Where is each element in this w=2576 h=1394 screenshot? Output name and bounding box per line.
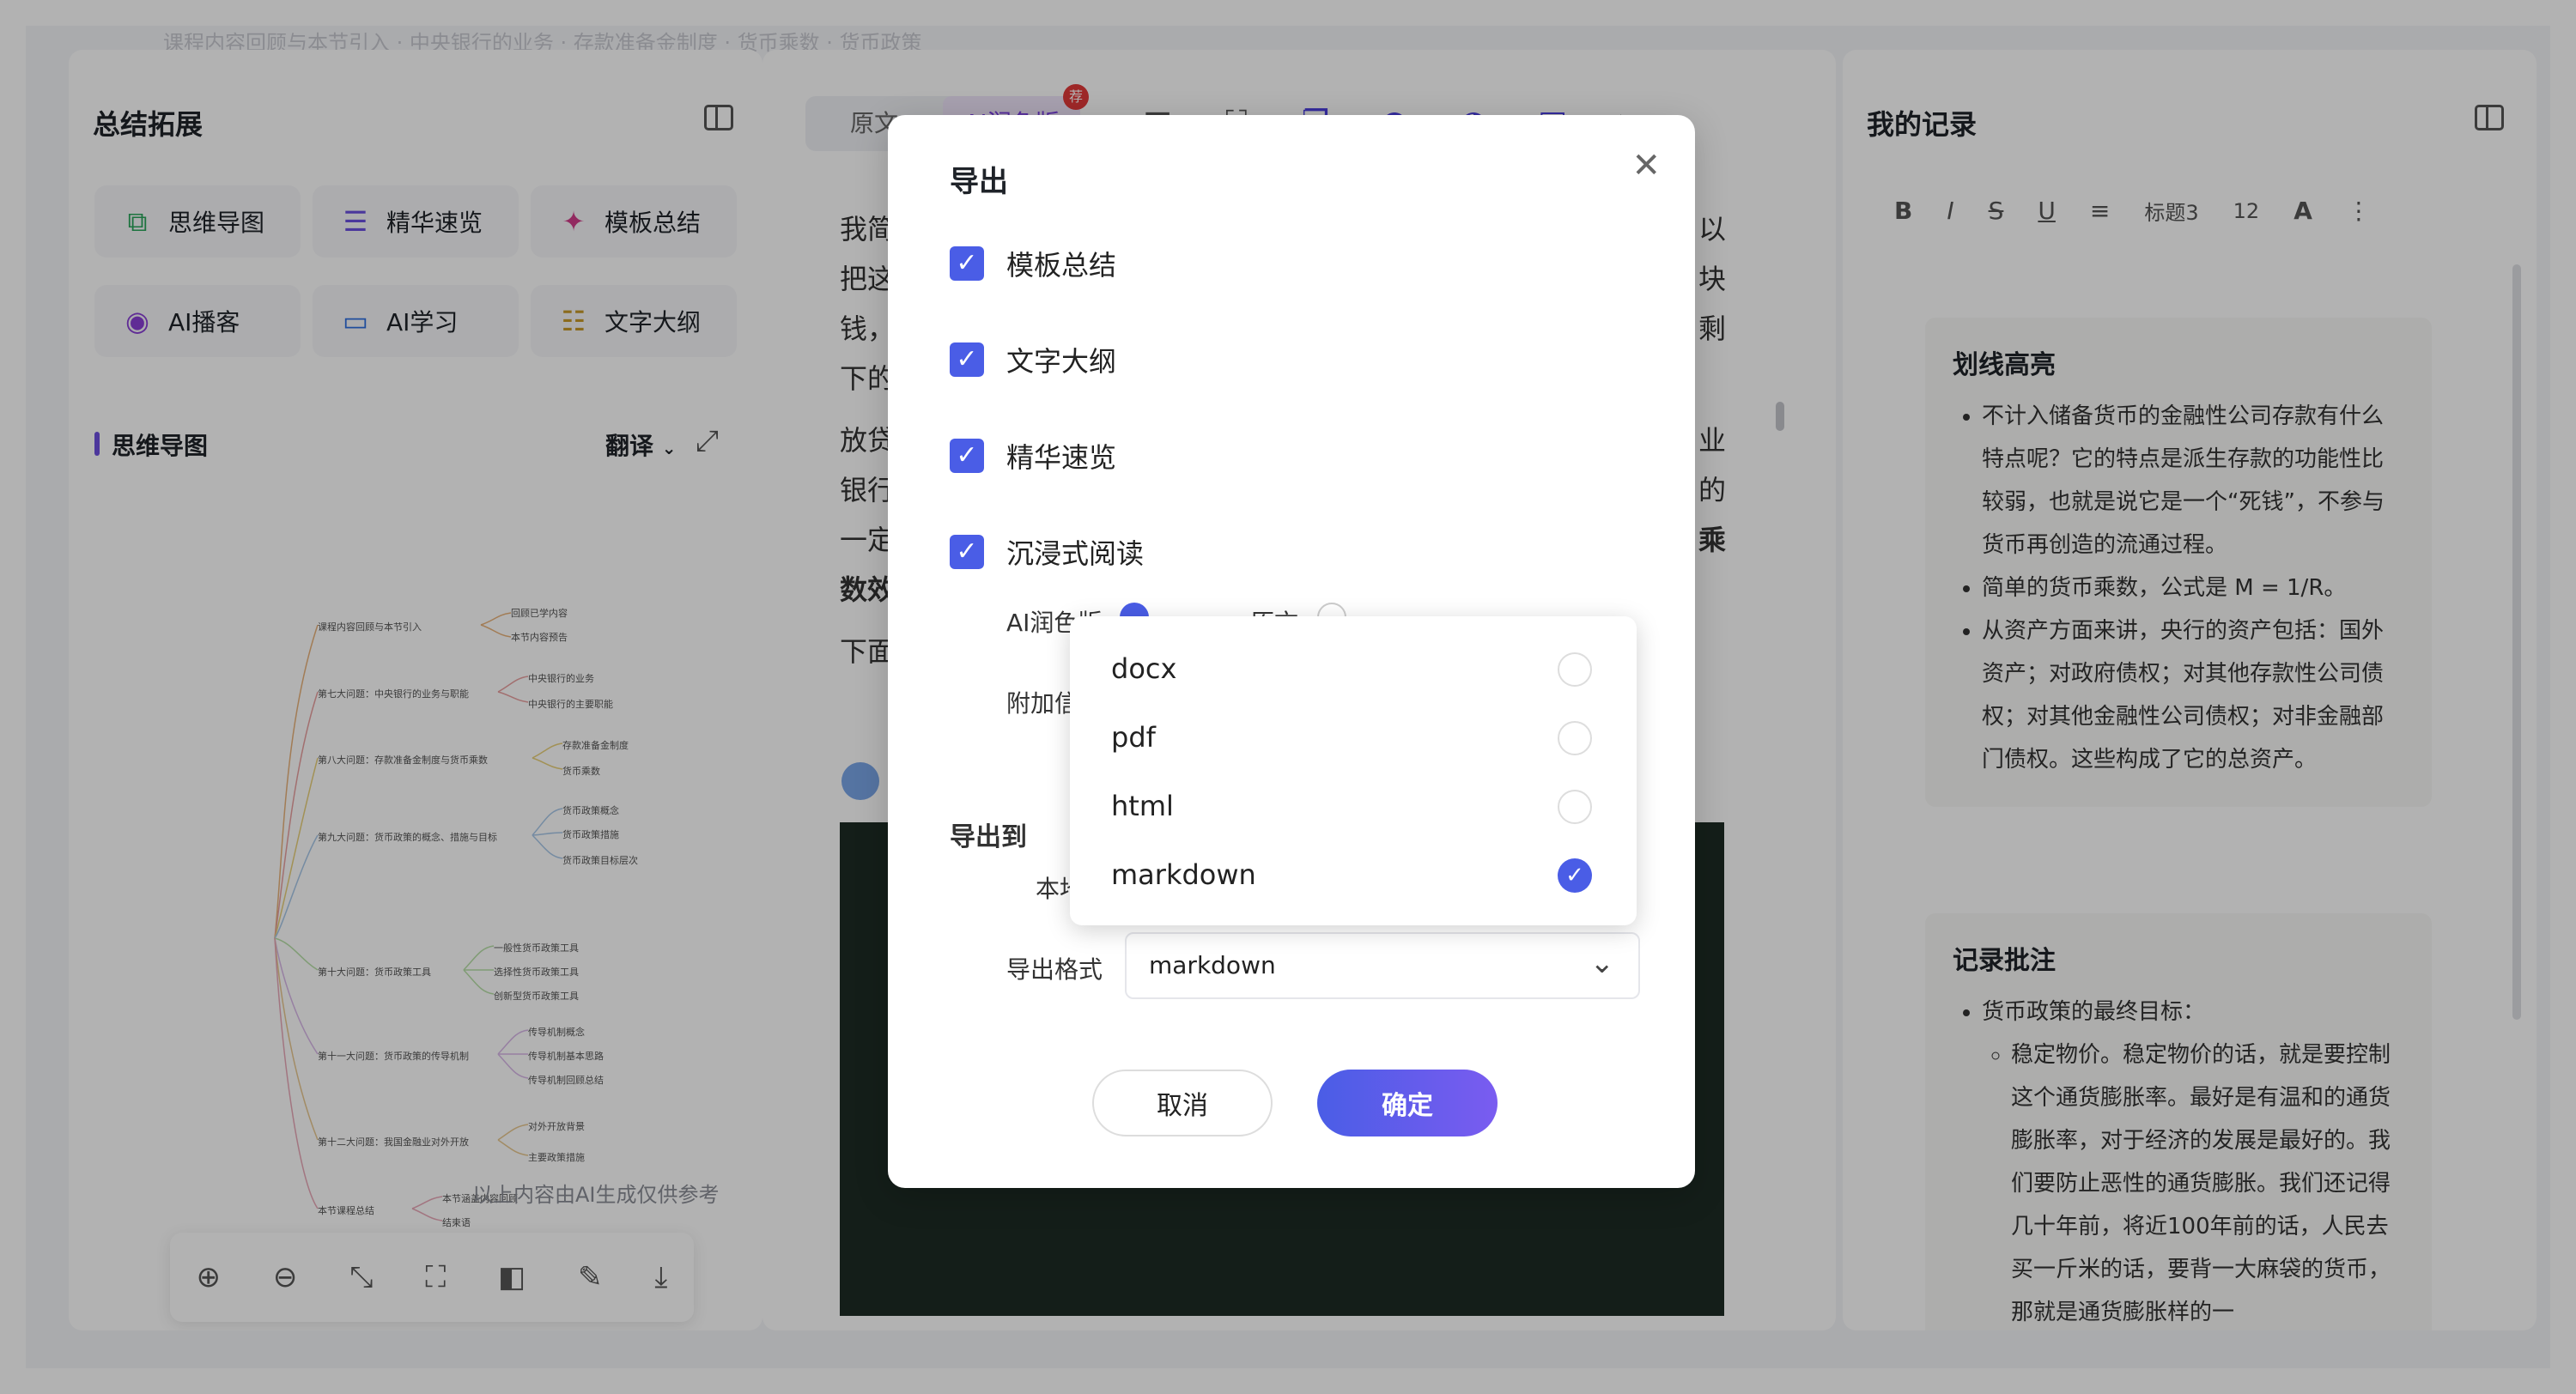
format-label: 导出格式 <box>1006 955 1103 984</box>
format-option-html[interactable]: html <box>1111 790 1174 822</box>
option-template-summary[interactable]: ✓ 模板总结 <box>950 244 1116 283</box>
format-option-docx[interactable]: docx <box>1111 652 1176 685</box>
format-dropdown-menu: docx pdf html markdown ✓ <box>1070 616 1637 925</box>
format-option-markdown[interactable]: markdown <box>1111 858 1256 891</box>
format-select[interactable]: markdown ⌄ <box>1125 932 1640 999</box>
format-select-value: markdown <box>1149 951 1276 979</box>
close-icon[interactable]: ✕ <box>1631 146 1661 185</box>
format-option-pdf[interactable]: pdf <box>1111 721 1156 754</box>
option-label: 沉浸式阅读 <box>1006 537 1145 570</box>
confirm-button[interactable]: 确定 <box>1317 1070 1498 1136</box>
export-to-label: 导出到 <box>950 822 1027 852</box>
check-selected-icon[interactable]: ✓ <box>1558 858 1592 893</box>
option-label: 精华速览 <box>1006 441 1117 474</box>
checkbox-checked-icon[interactable]: ✓ <box>950 439 984 473</box>
checkbox-checked-icon[interactable]: ✓ <box>950 342 984 377</box>
option-label: 文字大纲 <box>1006 345 1117 378</box>
chevron-down-icon: ⌄ <box>1589 946 1615 980</box>
checkbox-checked-icon[interactable]: ✓ <box>950 246 984 281</box>
checkbox-checked-icon[interactable]: ✓ <box>950 535 984 569</box>
option-text-outline[interactable]: ✓ 文字大纲 <box>950 340 1116 379</box>
radio-html[interactable] <box>1558 790 1592 824</box>
cancel-button[interactable]: 取消 <box>1092 1070 1273 1136</box>
option-immersive-reading[interactable]: ✓ 沉浸式阅读 <box>950 532 1144 572</box>
option-label: 模板总结 <box>1006 249 1117 282</box>
dialog-title: 导出 <box>950 165 1008 199</box>
radio-pdf[interactable] <box>1558 721 1592 755</box>
radio-docx[interactable] <box>1558 652 1592 687</box>
option-highlights[interactable]: ✓ 精华速览 <box>950 436 1116 476</box>
